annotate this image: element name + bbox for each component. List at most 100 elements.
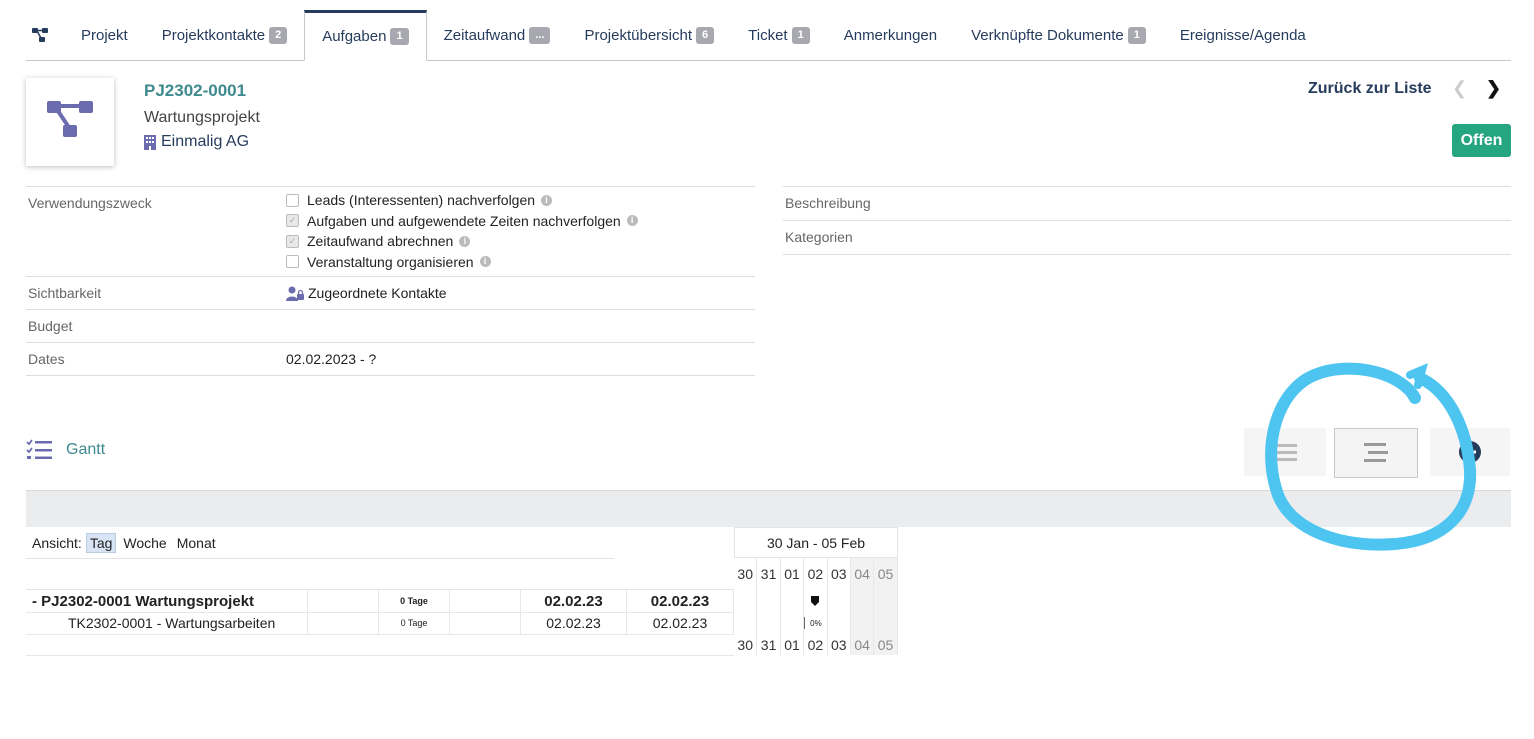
field-label: Sichtbarkeit bbox=[28, 285, 102, 301]
tab-badge: 1 bbox=[1127, 26, 1146, 44]
list-view-button[interactable] bbox=[1244, 428, 1326, 476]
checkbox[interactable]: ✓ bbox=[286, 234, 299, 248]
day-label: 05 bbox=[874, 634, 898, 655]
day-label: 02 bbox=[804, 558, 828, 589]
tasks-list-icon bbox=[26, 439, 52, 459]
tab-label: Ereignisse/Agenda bbox=[1179, 26, 1306, 44]
day-label: 03 bbox=[828, 558, 851, 589]
purpose-option: ✓ Zeitaufwand abrechnen i bbox=[286, 231, 755, 252]
dates-value: 02.02.2023 - ? bbox=[286, 351, 377, 367]
week-range: 30 Jan - 05 Feb bbox=[734, 527, 898, 558]
project-icon bbox=[47, 101, 93, 137]
tab-ticket[interactable]: Ticket 1 bbox=[731, 10, 827, 60]
day-header-bottom: 30 31 01 02 03 04 05 bbox=[734, 634, 898, 655]
tab-zeitaufwand[interactable]: Zeitaufwand... bbox=[427, 10, 568, 60]
tab-label: Aufgaben bbox=[322, 28, 387, 45]
day-header-top: 30 31 01 02 03 04 05 bbox=[734, 558, 898, 589]
company-link[interactable]: Einmalig AG bbox=[144, 133, 249, 151]
field-label: Dates bbox=[28, 351, 65, 367]
budget-value bbox=[286, 310, 755, 342]
view-selector: Ansicht: Tag Woche Monat bbox=[26, 527, 614, 559]
add-task-button[interactable] bbox=[1430, 428, 1510, 476]
tab-label: Verknüpfte Dokumente bbox=[971, 26, 1124, 44]
gantt-toolbar-bar bbox=[26, 490, 1511, 527]
checkbox[interactable] bbox=[286, 193, 299, 207]
day-label: 30 bbox=[734, 634, 758, 655]
tab-projektuebersicht[interactable]: Projektübersicht 6 bbox=[567, 10, 731, 60]
gantt-row[interactable]: TK2302-0001 - Wartungsarbeiten 0 Tage 02… bbox=[26, 612, 734, 635]
field-row-budget: Budget bbox=[26, 310, 755, 343]
building-icon bbox=[144, 134, 156, 150]
project-fields: Verwendungszweck Leads (Interessenten) n… bbox=[26, 186, 755, 376]
gantt-footer-row bbox=[26, 634, 734, 656]
status-badge: Offen bbox=[1452, 124, 1511, 157]
task-end: 02.02.23 bbox=[627, 590, 734, 612]
task-duration: 0 Tage bbox=[379, 612, 450, 634]
timeline-row: 0% bbox=[734, 612, 898, 634]
field-row-dates: Dates 02.02.2023 - ? bbox=[26, 343, 755, 376]
tab-verknuepfte-dokumente[interactable]: Verknüpfte Dokumente 1 bbox=[954, 10, 1163, 60]
task-start: 02.02.23 bbox=[521, 590, 627, 612]
timeline-row bbox=[734, 589, 898, 612]
info-icon[interactable]: i bbox=[459, 235, 471, 247]
tab-anmerkungen[interactable]: Anmerkungen bbox=[827, 10, 954, 60]
option-label: Leads (Interessenten) nachverfolgen bbox=[307, 192, 536, 209]
user-lock-icon bbox=[286, 286, 304, 301]
tab-label: Zeitaufwand bbox=[443, 26, 526, 44]
gantt-heading: Gantt bbox=[26, 439, 105, 461]
project-logo bbox=[26, 78, 114, 166]
list-icon bbox=[1273, 444, 1297, 461]
gantt-cell bbox=[308, 590, 379, 612]
milestone-marker bbox=[804, 589, 828, 612]
view-option-monat[interactable]: Monat bbox=[174, 534, 219, 552]
day-label: 31 bbox=[757, 558, 781, 589]
chevron-left-icon[interactable]: ❮ bbox=[1452, 78, 1467, 99]
gantt-row[interactable]: - PJ2302-0001 Wartungsprojekt 0 Tage 02.… bbox=[26, 589, 734, 613]
tab-projektkontakte[interactable]: Projektkontakte 2 bbox=[145, 10, 305, 60]
purpose-option: ✓ Aufgaben und aufgewendete Zeiten nachve… bbox=[286, 211, 755, 232]
tab-badge: ... bbox=[529, 26, 551, 44]
tab-label: Anmerkungen bbox=[843, 26, 938, 44]
tab-ereignisse-agenda[interactable]: Ereignisse/Agenda bbox=[1163, 10, 1323, 60]
project-fields-right: Beschreibung Kategorien bbox=[783, 186, 1511, 255]
gantt-title: Gantt bbox=[66, 441, 106, 458]
task-name: TK2302-0001 - Wartungsarbeiten bbox=[26, 612, 308, 634]
option-label: Zeitaufwand abrechnen bbox=[307, 233, 454, 250]
view-option-woche[interactable]: Woche bbox=[120, 534, 169, 552]
company-name: Einmalig AG bbox=[161, 133, 250, 150]
info-icon[interactable]: i bbox=[479, 256, 491, 268]
tab-label: Projekt bbox=[81, 26, 128, 44]
task-duration: 0 Tage bbox=[379, 590, 450, 612]
gantt-cell bbox=[450, 590, 521, 612]
tab-badge: 1 bbox=[791, 26, 810, 44]
back-to-list-link[interactable]: Zurück zur Liste bbox=[1308, 80, 1432, 98]
view-option-tag[interactable]: Tag bbox=[85, 532, 117, 553]
purpose-option: Leads (Interessenten) nachverfolgen i bbox=[286, 190, 755, 211]
chevron-right-icon[interactable]: ❯ bbox=[1486, 78, 1501, 99]
task-progress: 0% bbox=[804, 612, 828, 634]
checkbox[interactable] bbox=[286, 255, 299, 269]
tab-project-icon[interactable] bbox=[26, 10, 64, 60]
checkbox[interactable]: ✓ bbox=[286, 214, 299, 228]
gantt-view-button[interactable] bbox=[1334, 428, 1418, 478]
field-value: Zugeordnete Kontakte bbox=[286, 277, 755, 309]
info-icon[interactable]: i bbox=[541, 194, 553, 206]
project-name: Wartungsprojekt bbox=[144, 109, 260, 126]
tab-aufgaben[interactable]: Aufgaben 1 bbox=[304, 10, 427, 61]
tab-projekt[interactable]: Projekt bbox=[64, 10, 145, 60]
progress-label: 0% bbox=[810, 618, 822, 628]
view-label: Ansicht: bbox=[32, 534, 82, 551]
tab-badge: 2 bbox=[269, 26, 288, 44]
task-start: 02.02.23 bbox=[521, 612, 627, 634]
plus-circle-icon bbox=[1459, 441, 1481, 463]
task-name: - PJ2302-0001 Wartungsprojekt bbox=[26, 590, 308, 612]
gantt-bars-icon bbox=[1364, 443, 1388, 462]
field-row-purpose: Verwendungszweck Leads (Interessenten) n… bbox=[26, 187, 755, 277]
option-label: Veranstaltung organisieren bbox=[307, 253, 474, 270]
purpose-option: Veranstaltung organisieren i bbox=[286, 252, 755, 273]
info-icon[interactable]: i bbox=[626, 215, 638, 227]
day-label: 01 bbox=[781, 558, 805, 589]
day-label: 01 bbox=[781, 634, 805, 655]
tab-label: Ticket bbox=[748, 26, 788, 44]
categories-label: Kategorien bbox=[783, 221, 1511, 255]
